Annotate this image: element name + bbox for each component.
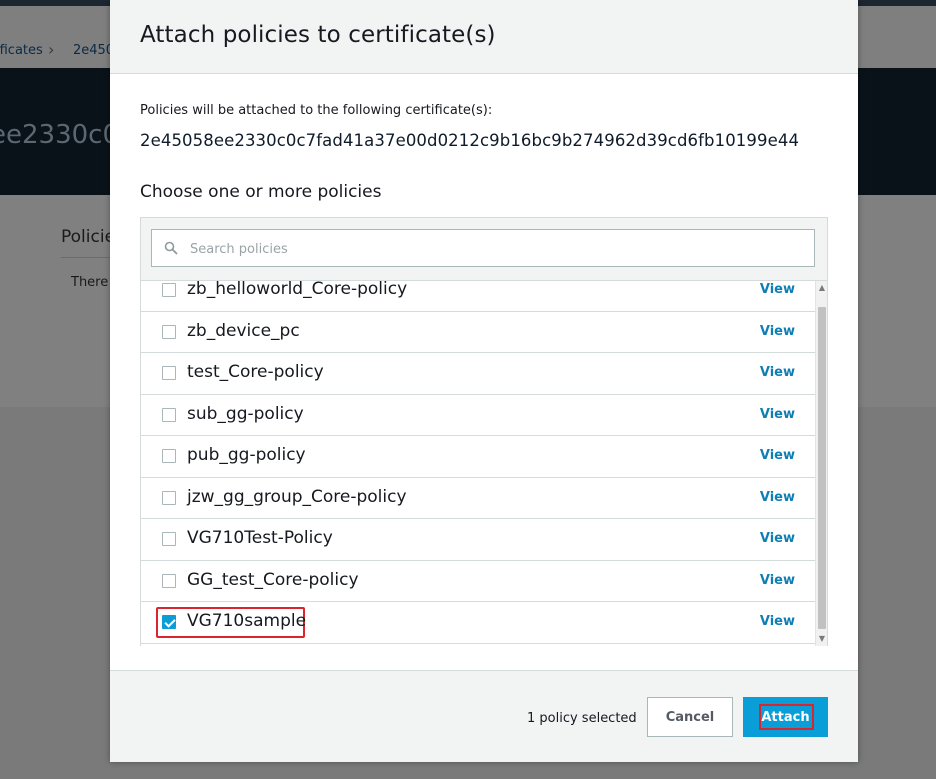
- policy-checkbox[interactable]: [162, 283, 176, 297]
- view-link[interactable]: View: [760, 490, 795, 505]
- choose-policies-label: Choose one or more policies: [140, 182, 382, 202]
- list-scrollbar[interactable]: ▲ ▼: [815, 281, 827, 646]
- view-link[interactable]: View: [760, 407, 795, 422]
- search-icon: [164, 241, 178, 255]
- policy-list: zb_helloworld_Core-policy View zb_device…: [141, 280, 827, 646]
- list-item[interactable]: jzw_gg_group_Core-policy View: [141, 477, 815, 519]
- chevron-right-icon: ›: [48, 40, 55, 59]
- attach-button[interactable]: Attach: [743, 697, 828, 737]
- list-item[interactable]: pub_gg-policy View: [141, 436, 815, 478]
- list-item[interactable]: zb_helloworld_Core-policy View: [141, 280, 815, 312]
- selected-count: 1 policy selected: [527, 711, 637, 726]
- policy-name: VG710sample: [187, 611, 307, 631]
- search-box[interactable]: [151, 229, 815, 268]
- policy-checkbox[interactable]: [162, 573, 176, 588]
- modal-footer: 1 policy selected Cancel Attach: [110, 670, 858, 762]
- section-title: Policie: [61, 227, 116, 247]
- policy-checkbox[interactable]: [162, 490, 176, 505]
- policy-checkbox[interactable]: [162, 407, 176, 422]
- view-link[interactable]: View: [760, 614, 795, 629]
- list-item[interactable]: VG710sample View: [141, 602, 815, 644]
- policy-list-panel: zb_helloworld_Core-policy View zb_device…: [140, 217, 828, 646]
- policy-name: pub_gg-policy: [187, 445, 306, 465]
- policy-name: VG710Test-Policy: [187, 528, 333, 548]
- view-link[interactable]: View: [760, 573, 795, 588]
- policy-checkbox[interactable]: [162, 366, 176, 380]
- scroll-down-arrow-icon[interactable]: ▼: [816, 632, 827, 646]
- list-item[interactable]: sub_gg-policy View: [141, 394, 815, 436]
- policy-name: zb_device_pc: [187, 320, 300, 341]
- list-item[interactable]: GG_test_Core-policy View: [141, 560, 815, 602]
- policy-name: test_Core-policy: [187, 362, 324, 382]
- list-item[interactable]: test_Core-policy View: [141, 353, 815, 395]
- list-item[interactable]: zb_device_pc View: [141, 311, 815, 353]
- policy-name: zb_helloworld_Core-policy: [187, 280, 408, 299]
- policy-name: GG_test_Core-policy: [187, 569, 359, 590]
- view-link[interactable]: View: [760, 531, 795, 546]
- attach-button-label: Attach: [761, 710, 810, 725]
- breadcrumb-item-certificate: 2e450: [73, 43, 115, 58]
- modal-header: Attach policies to certificate(s): [110, 0, 858, 74]
- view-link[interactable]: View: [760, 282, 795, 297]
- policy-name: sub_gg-policy: [187, 403, 304, 424]
- view-link[interactable]: View: [760, 324, 795, 339]
- certificate-id: 2e45058ee2330c0c7fad41a37e00d0212c9b16bc…: [140, 131, 800, 150]
- view-link[interactable]: View: [760, 365, 795, 380]
- policy-checkbox[interactable]: [162, 449, 176, 463]
- section-text: There: [71, 275, 109, 290]
- view-link[interactable]: View: [760, 448, 795, 463]
- attach-policies-modal: Attach policies to certificate(s) Polici…: [110, 0, 858, 762]
- certificate-label: Policies will be attached to the followi…: [140, 103, 493, 118]
- scrollbar-thumb[interactable]: [818, 307, 826, 629]
- modal-title: Attach policies to certificate(s): [140, 22, 496, 48]
- search-input[interactable]: [188, 230, 792, 268]
- breadcrumb-item-certificates[interactable]: ificates: [0, 43, 43, 58]
- policy-checkbox[interactable]: [162, 324, 176, 339]
- scroll-up-arrow-icon[interactable]: ▲: [816, 281, 827, 295]
- policy-checkbox-checked[interactable]: [162, 615, 176, 629]
- list-item[interactable]: VG710Test-Policy View: [141, 519, 815, 561]
- policy-checkbox[interactable]: [162, 532, 176, 546]
- policy-name: jzw_gg_group_Core-policy: [187, 486, 407, 507]
- cancel-button[interactable]: Cancel: [647, 697, 733, 737]
- policy-rows: zb_helloworld_Core-policy View zb_device…: [141, 280, 815, 644]
